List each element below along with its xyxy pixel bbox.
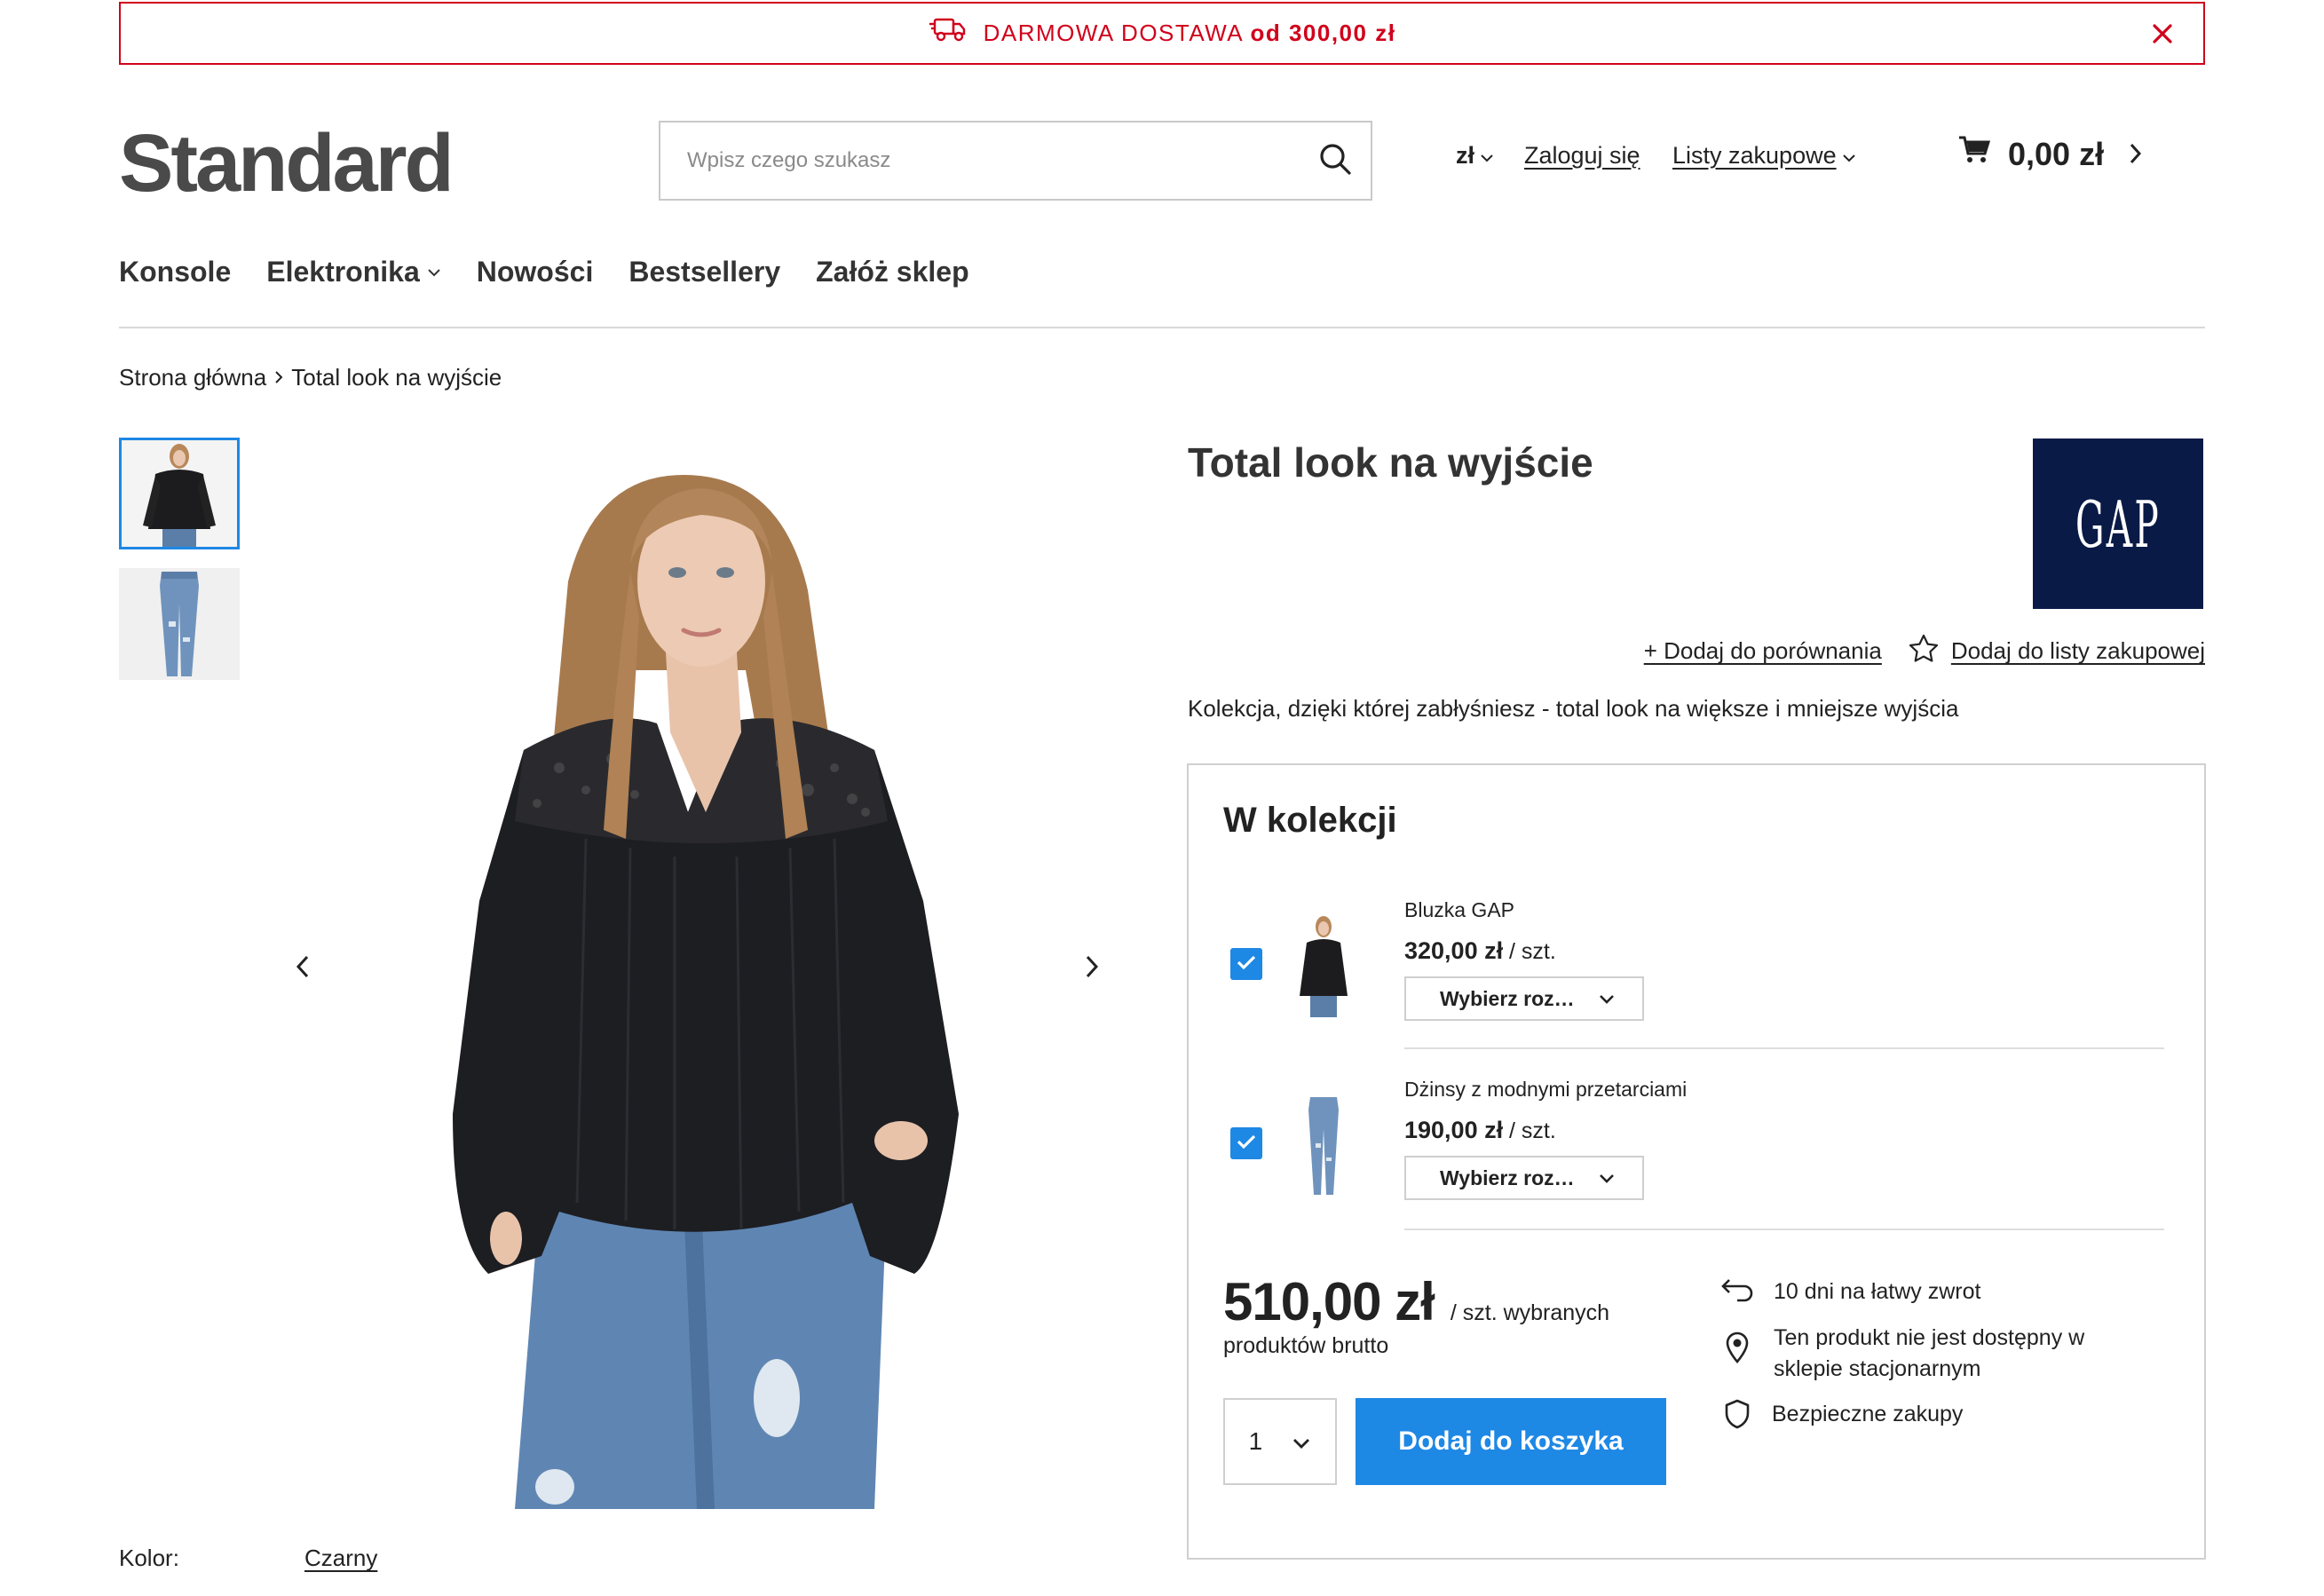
collection-title: W kolekcji (1223, 801, 1397, 840)
perk-return-label: 10 dni na łatwy zwrot (1774, 1279, 1981, 1304)
nav-item-konsole[interactable]: Konsole (119, 256, 231, 288)
nav-item-label: Elektronika (266, 256, 420, 288)
chevron-down-icon (1292, 1427, 1311, 1456)
location-pin-icon (1720, 1323, 1749, 1372)
thumbnail-jeans[interactable] (119, 568, 240, 680)
login-label: Zaloguj się (1524, 142, 1640, 169)
item-checkbox[interactable] (1230, 948, 1262, 980)
shopping-lists-link[interactable]: Listy zakupowe (1672, 142, 1856, 170)
size-select[interactable]: Wybierz roz… (1404, 1156, 1644, 1200)
currency-label: zł (1456, 142, 1475, 169)
add-to-cart-button[interactable]: Dodaj do koszyka (1356, 1398, 1666, 1485)
item-divider (1404, 1229, 2164, 1230)
checkmark-icon (1236, 953, 1257, 976)
gallery-next-button[interactable] (1070, 946, 1114, 991)
item-name[interactable]: Dżinsy z modnymi przetarciami (1404, 1078, 1687, 1102)
item-divider (1404, 1047, 2164, 1049)
checkmark-icon (1236, 1133, 1257, 1155)
perk-store: Ten produkt nie jest dostępny w sklepie s… (1720, 1323, 2084, 1385)
cart-icon (1958, 135, 1991, 173)
nav-item-nowosci[interactable]: Nowości (477, 256, 594, 288)
breadcrumb-current: Total look na wyjście (291, 364, 502, 391)
shield-icon (1720, 1399, 1751, 1438)
total-per-label: / szt. wybranych (1450, 1300, 1610, 1325)
size-select[interactable]: Wybierz roz… (1404, 976, 1644, 1021)
total-price: 510,00 zł (1223, 1272, 1435, 1331)
size-select-label: Wybierz roz… (1440, 1165, 1575, 1189)
add-to-list-link[interactable]: Dodaj do listy zakupowej (1909, 634, 2205, 668)
color-value-link[interactable]: Czarny (304, 1545, 377, 1572)
thumbnail-blouse[interactable] (119, 438, 240, 549)
chevron-down-icon (1842, 142, 1856, 170)
nav-item-elektronika[interactable]: Elektronika (266, 256, 441, 288)
quantity-select[interactable]: 1 (1223, 1398, 1337, 1485)
chevron-down-icon (1480, 142, 1494, 170)
size-select-label: Wybierz roz… (1440, 986, 1575, 1010)
item-name[interactable]: Bluzka GAP (1404, 898, 1514, 922)
item-image-blouse[interactable] (1291, 914, 1356, 1019)
chevron-down-icon (1598, 987, 1616, 1011)
color-label: Kolor: (119, 1545, 179, 1571)
total-note: produktów brutto (1223, 1333, 1389, 1358)
close-icon[interactable] (2146, 18, 2178, 50)
product-actions: + Dodaj do porównania Dodaj do listy zak… (1598, 634, 2205, 668)
item-price: 320,00 zł / szt. (1404, 937, 1556, 964)
store-logo[interactable]: Standard (119, 122, 455, 204)
chevron-right-icon (1083, 953, 1101, 984)
chevron-down-icon (1598, 1166, 1616, 1190)
perk-store-label: Ten produkt nie jest dostępny w sklepie s… (1774, 1325, 2085, 1381)
add-to-compare-link[interactable]: + Dodaj do porównania (1644, 637, 1882, 665)
return-arrow-icon (1720, 1276, 1754, 1312)
add-to-list-label: Dodaj do listy zakupowej (1950, 637, 2205, 664)
product-description: Kolekcja, dzięki której zabłyśniesz - to… (1188, 695, 1959, 722)
cart-total: 0,00 zł (2008, 135, 2105, 172)
search-icon (1317, 141, 1353, 181)
nav-divider (119, 327, 2205, 328)
nav-item-bestsellery[interactable]: Bestsellery (628, 256, 780, 288)
delivery-truck-icon (929, 17, 968, 50)
item-image-jeans[interactable] (1291, 1094, 1356, 1198)
chevron-right-icon (273, 364, 284, 391)
chevron-left-icon (294, 953, 312, 984)
currency-selector[interactable]: zł (1456, 142, 1494, 170)
search-button[interactable] (1300, 122, 1371, 199)
search-box (659, 121, 1372, 201)
collection-total: 510,00 zł / szt. wybranych (1223, 1271, 1609, 1332)
brand-logo[interactable]: GAP (2033, 439, 2203, 609)
search-input[interactable] (660, 122, 1300, 199)
star-icon (1909, 634, 1939, 668)
chevron-down-icon (427, 267, 441, 278)
breadcrumb-home[interactable]: Strona główna (119, 364, 266, 391)
login-link[interactable]: Zaloguj się (1524, 142, 1640, 170)
cart-button[interactable]: 0,00 zł (1958, 135, 2143, 173)
nav-item-zaloz-sklep[interactable]: Załóż sklep (816, 256, 969, 288)
item-price: 190,00 zł / szt. (1404, 1117, 1556, 1143)
main-nav: Konsole Elektronika Nowości Bestsellery … (119, 256, 969, 288)
gallery-prev-button[interactable] (281, 946, 325, 991)
item-checkbox[interactable] (1230, 1127, 1262, 1159)
breadcrumb: Strona główna Total look na wyjście (119, 364, 502, 391)
promo-text: DARMOWA DOSTAWA od 300,00 zł (983, 20, 1396, 46)
perk-return: 10 dni na łatwy zwrot (1720, 1276, 1980, 1312)
product-main-image[interactable] (391, 439, 1065, 1509)
chevron-right-icon (2129, 136, 2143, 173)
svg-text:GAP: GAP (2075, 488, 2161, 559)
quantity-value: 1 (1248, 1427, 1263, 1455)
shopping-lists-label: Listy zakupowe (1672, 142, 1837, 169)
promo-bar: DARMOWA DOSTAWA od 300,00 zł (119, 2, 2205, 65)
perk-secure-label: Bezpieczne zakupy (1772, 1402, 1964, 1426)
perk-secure: Bezpieczne zakupy (1720, 1399, 1963, 1438)
product-title: Total look na wyjście (1188, 439, 1593, 486)
